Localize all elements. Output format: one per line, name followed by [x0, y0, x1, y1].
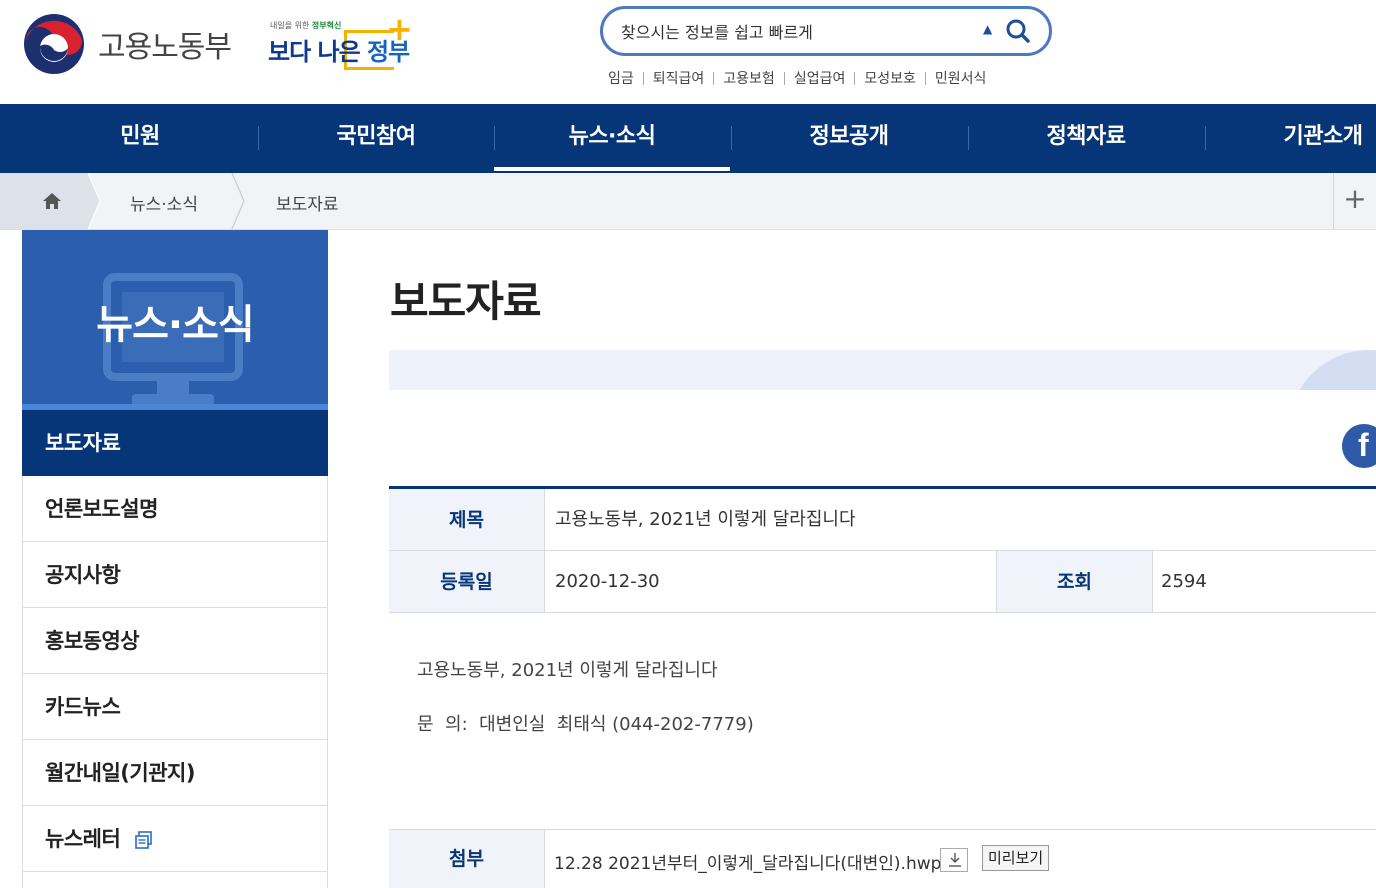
quick-links: 임금 퇴직급여 고용보험 실업급여 모성보호 민원서식	[608, 68, 986, 88]
home-icon	[43, 193, 61, 209]
download-button[interactable]	[940, 848, 968, 872]
plus-icon: +	[386, 10, 413, 48]
title-banner-strip	[389, 350, 1376, 390]
divider	[783, 71, 785, 85]
sidebar-item-label: 뉴스레터	[45, 827, 121, 851]
views-label: 조회	[996, 551, 1153, 612]
article-title: 고용노동부, 2021년 이렇게 달라집니다	[555, 509, 856, 530]
chevron-right-icon	[88, 173, 101, 229]
gnb-item-news[interactable]: 뉴스·소식	[494, 104, 730, 173]
facebook-icon: f	[1358, 427, 1369, 463]
quick-link-severance[interactable]: 퇴직급여	[653, 68, 705, 88]
sidebar-item-press-release[interactable]: 보도자료	[22, 410, 328, 476]
gov-tagline-highlight: 정부혁신	[311, 21, 342, 30]
taegeuk-logo-icon	[24, 14, 84, 74]
table-row: 제목 고용노동부, 2021년 이렇게 달라집니다	[389, 489, 1376, 551]
divider	[642, 71, 644, 85]
quick-link-wage[interactable]: 임금	[608, 68, 634, 88]
gov-tagline-prefix: 내일을 위한	[270, 21, 310, 30]
search-icon	[1006, 19, 1030, 43]
gnb-item-about[interactable]: 기관소개	[1205, 104, 1376, 173]
sidebar-header: 뉴스·소식	[22, 230, 328, 410]
divider	[713, 71, 715, 85]
gov-tagline: 내일을 위한 정부혁신	[270, 20, 341, 31]
search-button[interactable]	[1003, 17, 1033, 47]
sidebar-title: 뉴스·소식	[96, 302, 254, 348]
gnb-item-participation[interactable]: 국민참여	[258, 104, 494, 173]
sidebar-item-more	[22, 872, 328, 888]
divider	[924, 71, 926, 85]
sidebar-menu: 보도자료 언론보도설명 공지사항 홍보동영상 카드뉴스 월간내일(기관지) 뉴스…	[22, 410, 328, 888]
article-date: 2020-12-30	[555, 571, 660, 592]
quick-link-forms[interactable]: 민원서식	[935, 68, 987, 88]
article-body: 고용노동부, 2021년 이렇게 달라집니다 문 의: 대변인실 최태식 (04…	[389, 612, 1376, 829]
site-header: 고용노동부 내일을 위한 정부혁신 보다 나은 정부 + ▲ 임금 퇴직급여 고…	[0, 0, 1376, 104]
sidebar-item-newsletter[interactable]: 뉴스레터	[22, 806, 328, 872]
sidebar-item-monthly-magazine[interactable]: 월간내일(기관지)	[22, 740, 328, 806]
breadcrumb-expand-button[interactable]: +	[1333, 173, 1376, 229]
sidebar-item-cardnews[interactable]: 카드뉴스	[22, 674, 328, 740]
preview-button[interactable]: 미리보기	[982, 845, 1050, 871]
main-navigation: 민원 국민참여 뉴스·소식 정보공개 정책자료 기관소개	[0, 104, 1376, 173]
facebook-share-button[interactable]: f	[1342, 424, 1376, 468]
search-input[interactable]	[621, 20, 971, 44]
gov-slogan-a: 보다 나은	[268, 38, 361, 66]
quick-link-employment-insurance[interactable]: 고용보험	[723, 68, 775, 88]
body-contact: 문 의: 대변인실 최태식 (044-202-7779)	[417, 714, 754, 735]
ministry-name: 고용노동부	[98, 30, 232, 65]
attachment-file-link[interactable]: 12.28 2021년부터_이렇게_달라집니다(대변인).hwp	[554, 849, 941, 874]
sidebar-item-press-explanation[interactable]: 언론보도설명	[22, 476, 328, 542]
caret-up-icon[interactable]: ▲	[983, 22, 992, 36]
breadcrumb-item-news[interactable]: 뉴스·소식	[130, 190, 198, 215]
gnb-item-disclosure[interactable]: 정보공개	[731, 104, 967, 173]
gnb-item-civil[interactable]: 민원	[22, 104, 258, 173]
breadcrumb-item-press[interactable]: 보도자료	[276, 190, 339, 215]
download-icon	[949, 853, 961, 867]
banner-circle-decoration	[1289, 350, 1376, 390]
breadcrumb: 뉴스·소식 보도자료 +	[0, 173, 1376, 230]
gov-innovation-logo[interactable]: 내일을 위한 정부혁신 보다 나은 정부 +	[268, 10, 413, 76]
breadcrumb-home[interactable]	[0, 173, 88, 229]
page-title: 보도자료	[390, 277, 542, 326]
search-box: ▲	[600, 6, 1052, 56]
quick-link-unemployment-benefit[interactable]: 실업급여	[794, 68, 846, 88]
quick-link-maternity[interactable]: 모성보호	[864, 68, 916, 88]
gnb-item-policy[interactable]: 정책자료	[968, 104, 1204, 173]
chevron-right-icon	[231, 173, 245, 229]
article-views: 2594	[1161, 571, 1207, 592]
table-row: 등록일 2020-12-30 조회 2594	[389, 551, 1376, 613]
article-info-table: 제목 고용노동부, 2021년 이렇게 달라집니다 등록일 2020-12-30…	[389, 486, 1376, 613]
sidebar: 뉴스·소식 보도자료 언론보도설명 공지사항 홍보동영상 카드뉴스 월간내일(기…	[22, 230, 328, 888]
ministry-logo[interactable]: 고용노동부	[22, 12, 232, 76]
divider	[854, 71, 856, 85]
body-line-1: 고용노동부, 2021년 이렇게 달라집니다	[417, 660, 718, 681]
attachment-label: 첨부	[389, 830, 545, 888]
external-link-icon	[135, 831, 152, 849]
title-label: 제목	[389, 489, 545, 550]
attachment-row: 첨부 12.28 2021년부터_이렇게_달라집니다(대변인).hwp 미리보기	[389, 829, 1376, 888]
date-label: 등록일	[389, 551, 545, 612]
sidebar-item-video[interactable]: 홍보동영상	[22, 608, 328, 674]
sidebar-item-notice[interactable]: 공지사항	[22, 542, 328, 608]
